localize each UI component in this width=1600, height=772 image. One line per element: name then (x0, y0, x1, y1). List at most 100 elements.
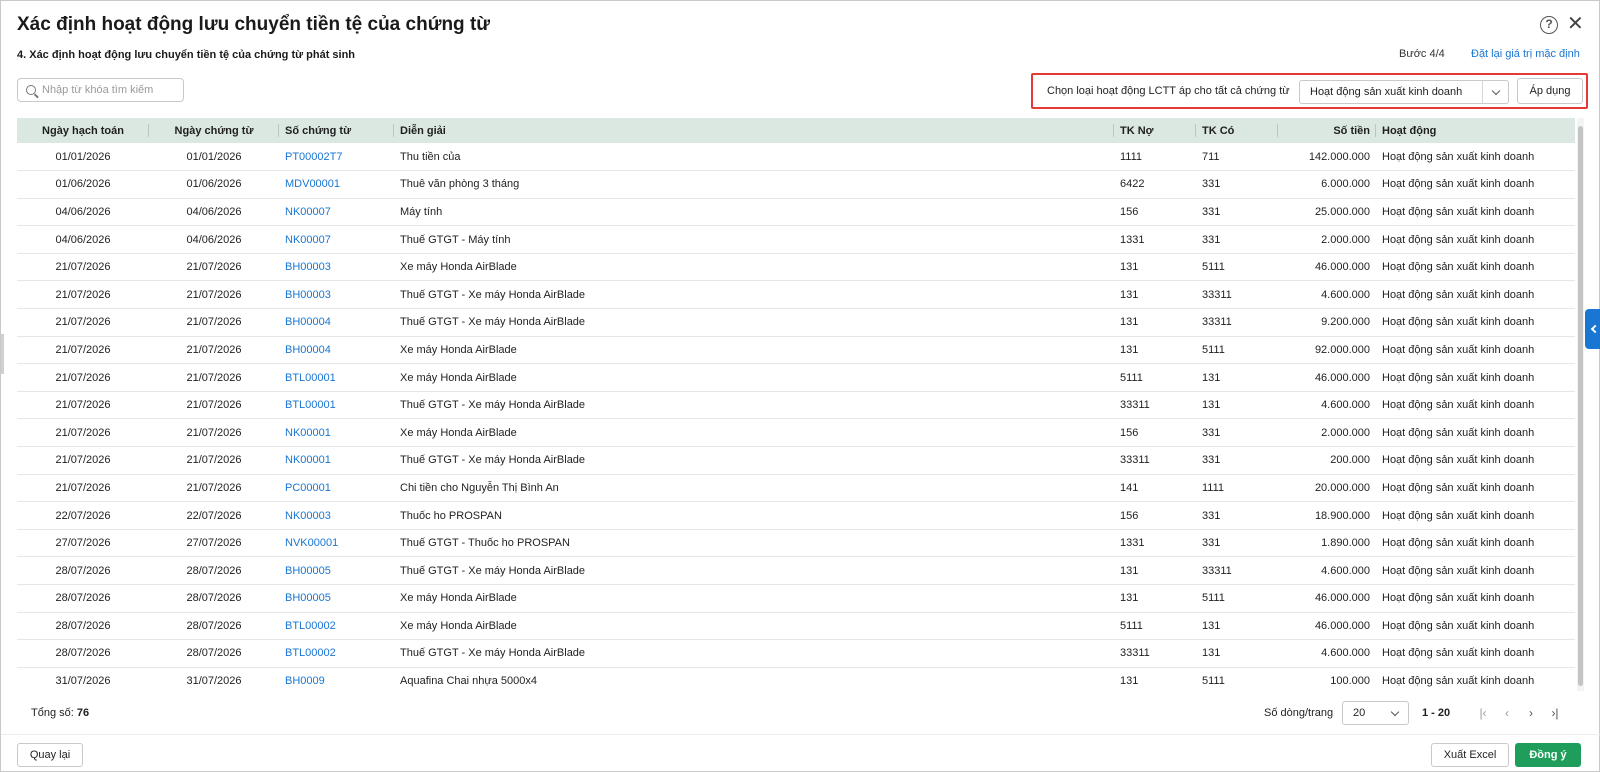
table-row[interactable]: 04/06/2026 04/06/2026 NK00007 Máy tính 156 33… (17, 198, 1575, 226)
cell-credit-account: 5111 (1202, 343, 1225, 356)
close-icon[interactable]: ✕ (1567, 14, 1584, 34)
cell-document-number[interactable]: BH00004 (279, 336, 394, 364)
table-row[interactable]: 27/07/2026 27/07/2026 NVK00001 Thuế GTGT - … (17, 529, 1575, 557)
footer-divider (1, 734, 1600, 735)
documents-table: Ngày hạch toán Ngày chứng từ Số chứng từ… (17, 118, 1575, 691)
cell-document-date: 04/06/2026 (186, 205, 242, 218)
table-row[interactable]: 21/07/2026 21/07/2026 PC00001 Chi tiền cho … (17, 474, 1575, 502)
col-header-credit-account[interactable]: TK Có (1196, 118, 1278, 143)
reset-defaults-link[interactable]: Đặt lại giá trị mặc định (1471, 48, 1580, 60)
table-row[interactable]: 28/07/2026 28/07/2026 BH00005 Thuế GTGT - X… (17, 557, 1575, 585)
cell-amount: 2.000.000 (1321, 426, 1370, 439)
col-header-posting-date[interactable]: Ngày hạch toán (17, 118, 149, 143)
cell-document-number[interactable]: BH00005 (279, 585, 394, 613)
cell-document-number[interactable]: NK00003 (279, 502, 394, 530)
cell-activity: Hoạt động sản xuất kinh doanh (1382, 592, 1535, 605)
table-row[interactable]: 21/07/2026 21/07/2026 BH00003 Xe máy Honda … (17, 253, 1575, 281)
cell-document-date: 28/07/2026 (186, 619, 242, 632)
col-header-document-date[interactable]: Ngày chứng từ (149, 118, 279, 143)
cell-debit-account: 33311 (1120, 647, 1150, 660)
table-row[interactable]: 21/07/2026 21/07/2026 BH00004 Thuế GTGT - X… (17, 309, 1575, 337)
cell-document-number[interactable]: BTL00002 (279, 612, 394, 640)
cell-document-number[interactable]: MDV00001 (279, 171, 394, 199)
cell-description: Thuế GTGT - Xe máy Honda AirBlade (400, 454, 586, 467)
rows-per-page-label: Số dòng/trang (1264, 707, 1334, 719)
cell-debit-account: 1331 (1120, 233, 1145, 246)
table-row[interactable]: 21/07/2026 21/07/2026 BTL00001 Thuế GTGT - … (17, 391, 1575, 419)
resize-handle[interactable] (1, 334, 4, 374)
cell-posting-date: 04/06/2026 (55, 233, 111, 246)
table-row[interactable]: 21/07/2026 21/07/2026 BTL00001 Xe máy Honda… (17, 364, 1575, 392)
table-row[interactable]: 21/07/2026 21/07/2026 NK00001 Thuế GTGT - X… (17, 447, 1575, 475)
cell-document-number[interactable]: NK00007 (279, 226, 394, 254)
cell-document-number[interactable]: NVK00001 (279, 529, 394, 557)
confirm-button[interactable]: Đồng ý (1515, 743, 1581, 767)
table-row[interactable]: 22/07/2026 22/07/2026 NK00003 Thuốc ho PROS… (17, 502, 1575, 530)
cell-document-number[interactable]: BH00003 (279, 281, 394, 309)
rows-per-page-select[interactable]: 20 (1342, 701, 1409, 725)
first-page-icon[interactable]: |‹ (1474, 704, 1492, 722)
apply-button[interactable]: Áp dụng (1517, 78, 1583, 104)
cell-document-number[interactable]: BH00003 (279, 253, 394, 281)
table-row[interactable]: 21/07/2026 21/07/2026 NK00001 Xe máy Honda … (17, 419, 1575, 447)
table-row[interactable]: 28/07/2026 28/07/2026 BH00005 Xe máy Honda … (17, 585, 1575, 613)
cell-document-number[interactable]: BTL00001 (279, 364, 394, 392)
cell-description: Xe máy Honda AirBlade (400, 371, 517, 384)
cell-description: Thuế GTGT - Xe máy Honda AirBlade (400, 399, 586, 412)
cell-activity: Hoạt động sản xuất kinh doanh (1382, 316, 1535, 329)
cell-document-number[interactable]: BH0009 (279, 667, 394, 691)
cell-posting-date: 28/07/2026 (55, 619, 111, 632)
cell-amount: 6.000.000 (1321, 178, 1370, 191)
prev-page-icon[interactable]: ‹ (1498, 704, 1516, 722)
cell-document-number[interactable]: NK00001 (279, 447, 394, 475)
help-icon[interactable]: ? (1540, 16, 1558, 34)
cell-amount: 200.000 (1330, 454, 1370, 467)
cell-credit-account: 33311 (1202, 288, 1232, 301)
table-row[interactable]: 21/07/2026 21/07/2026 BH00003 Thuế GTGT - X… (17, 281, 1575, 309)
cell-credit-account: 5111 (1202, 675, 1225, 688)
cell-document-number[interactable]: NK00007 (279, 198, 394, 226)
side-panel-toggle[interactable] (1585, 309, 1600, 349)
cell-document-number[interactable]: PT00002T7 (279, 143, 394, 171)
cell-document-number[interactable]: BH00004 (279, 309, 394, 337)
table-row[interactable]: 04/06/2026 04/06/2026 NK00007 Thuế GTGT - M… (17, 226, 1575, 254)
table-row[interactable]: 28/07/2026 28/07/2026 BTL00002 Thuế GTGT - … (17, 640, 1575, 668)
table-row[interactable]: 01/06/2026 01/06/2026 MDV00001 Thuê văn phò… (17, 171, 1575, 199)
cell-description: Chi tiền cho Nguyễn Thị Bình An (400, 481, 559, 494)
table-row[interactable]: 28/07/2026 28/07/2026 BTL00002 Xe máy Honda… (17, 612, 1575, 640)
cell-document-number[interactable]: NK00001 (279, 419, 394, 447)
export-excel-button[interactable]: Xuất Excel (1431, 743, 1509, 767)
next-page-icon[interactable]: › (1522, 704, 1540, 722)
cell-activity: Hoạt động sản xuất kinh doanh (1382, 343, 1535, 356)
search-icon (26, 85, 36, 95)
cell-document-number[interactable]: BTL00001 (279, 391, 394, 419)
cell-description: Xe máy Honda AirBlade (400, 261, 517, 274)
back-button[interactable]: Quay lại (17, 743, 83, 767)
cell-document-number[interactable]: BTL00002 (279, 640, 394, 668)
col-header-amount[interactable]: Số tiền (1278, 118, 1376, 143)
table-row[interactable]: 31/07/2026 31/07/2026 BH0009 Aquafina Chai … (17, 667, 1575, 691)
cell-description: Thuế GTGT - Máy tính (400, 233, 511, 246)
cell-debit-account: 5111 (1120, 619, 1143, 632)
cell-description: Thuế GTGT - Xe máy Honda AirBlade (400, 647, 586, 660)
dropdown-arrow[interactable] (1482, 81, 1508, 103)
cell-debit-account: 131 (1120, 564, 1139, 577)
last-page-icon[interactable]: ›| (1546, 704, 1564, 722)
cell-description: Aquafina Chai nhựa 5000x4 (400, 675, 538, 688)
col-header-description[interactable]: Diễn giải (394, 118, 1114, 143)
cell-document-date: 27/07/2026 (186, 537, 242, 550)
table-row[interactable]: 01/01/2026 01/01/2026 PT00002T7 Thu tiền củ… (17, 143, 1575, 171)
cell-debit-account: 131 (1120, 288, 1139, 301)
col-header-document-number[interactable]: Số chứng từ (279, 118, 394, 143)
cell-document-number[interactable]: PC00001 (279, 474, 394, 502)
cell-document-number[interactable]: BH00005 (279, 557, 394, 585)
table-scrollbar-thumb[interactable] (1578, 126, 1583, 686)
search-box[interactable] (17, 78, 184, 102)
search-input[interactable] (42, 84, 182, 96)
cell-description: Xe máy Honda AirBlade (400, 619, 517, 632)
activity-type-select[interactable]: Hoạt động sản xuất kinh doanh (1299, 80, 1509, 104)
table-row[interactable]: 21/07/2026 21/07/2026 BH00004 Xe máy Honda … (17, 336, 1575, 364)
col-header-activity[interactable]: Hoạt động (1376, 118, 1575, 143)
col-header-debit-account[interactable]: TK Nợ (1114, 118, 1196, 143)
cell-activity: Hoạt động sản xuất kinh doanh (1382, 261, 1535, 274)
